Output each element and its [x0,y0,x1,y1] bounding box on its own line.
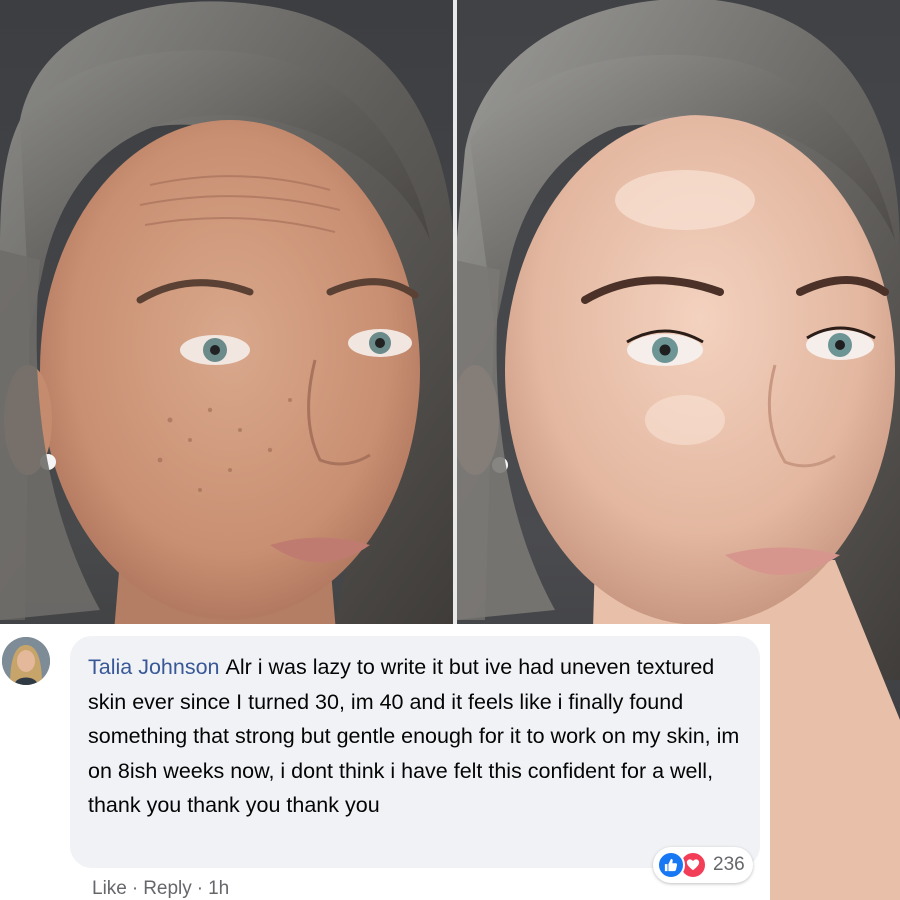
separator: · [196,878,204,899]
comment-actions: Like · Reply · 1h [92,878,229,900]
comment-bubble: Talia Johnson Alr i was lazy to write it … [70,636,760,868]
avatar[interactable] [2,637,50,685]
separator: · [131,878,139,899]
comment-text: Alr i was lazy to write it but ive had u… [88,655,740,818]
comment-timestamp[interactable]: 1h [208,878,229,899]
thumbs-up-icon [657,851,685,879]
reaction-count: 236 [713,854,745,875]
avatar-image [2,637,50,685]
reply-link[interactable]: Reply [143,878,192,899]
comment-author[interactable]: Talia Johnson [88,655,219,679]
reactions-badge[interactable]: 236 [653,847,753,883]
like-link[interactable]: Like [92,878,127,899]
